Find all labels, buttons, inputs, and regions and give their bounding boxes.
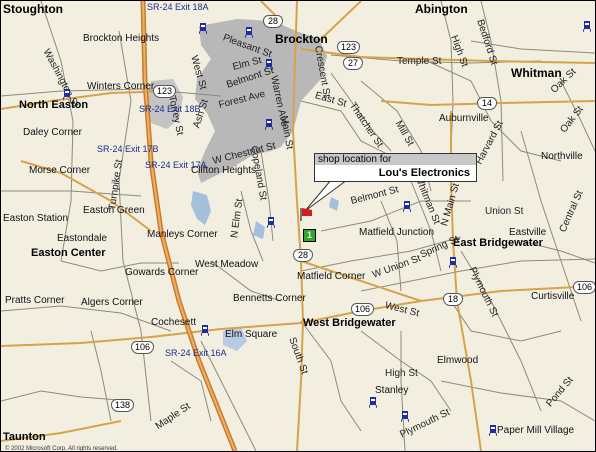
train-station-icon [401, 411, 409, 422]
place-elmwood: Elmwood [437, 355, 479, 366]
map-view[interactable]: Stoughton Brockton Abington Whitman Nort… [0, 0, 596, 452]
route-shield: 106 [351, 303, 375, 316]
place-winters-corner: Winters Corner [87, 81, 155, 92]
place-easton-center: Easton Center [31, 247, 106, 259]
place-west-bridgewater: West Bridgewater [303, 317, 396, 329]
route-label: SR-24 Exit 16A [165, 348, 227, 358]
place-stoughton: Stoughton [3, 2, 63, 16]
place-taunton: Taunton [3, 431, 46, 443]
train-station-icon [265, 119, 273, 130]
map-base [1, 1, 595, 451]
location-pin-marker[interactable]: 1 [303, 229, 316, 242]
street-label: Temple St [397, 56, 442, 67]
train-station-icon [369, 397, 377, 408]
place-abington: Abington [415, 2, 468, 16]
place-stanley: Stanley [375, 385, 409, 396]
route-label: SR-24 Exit 17B [97, 144, 159, 154]
street-label: Union St [485, 206, 524, 217]
place-eastondale: Eastondale [57, 233, 108, 244]
place-daley-corner: Daley Corner [23, 127, 82, 138]
location-callout: shop location for Lou's Electronics [314, 153, 477, 182]
place-west-meadow: West Meadow [195, 259, 259, 270]
route-label: SR-24 Exit 18A [147, 2, 209, 12]
flag-icon[interactable] [299, 207, 313, 221]
place-northville: Northville [541, 151, 583, 162]
route-shield: 27 [343, 57, 363, 70]
place-paper-mill-village: Paper Mill Village [497, 425, 575, 436]
place-curtisville: Curtisville [531, 291, 575, 302]
place-easton-station: Easton Station [3, 213, 69, 224]
route-shield: 28 [263, 15, 283, 28]
route-shield: 18 [443, 293, 463, 306]
train-station-icon [199, 23, 207, 34]
train-station-icon [449, 257, 457, 268]
train-station-icon [403, 201, 411, 212]
callout-business-name: Lou's Electronics [315, 165, 476, 181]
place-matfield-junction: Matfield Junction [359, 227, 435, 238]
train-station-icon [267, 217, 275, 228]
train-station-icon [265, 59, 273, 70]
place-bennetts-corner: Bennetts Corner [233, 293, 306, 304]
callout-header: shop location for [315, 154, 476, 165]
route-shield: 123 [153, 85, 177, 98]
place-cochesett: Cochesett [151, 317, 197, 328]
copyright-text: © 2002 Microsoft Corp. All rights reserv… [5, 446, 118, 452]
route-shield: 106 [131, 341, 155, 354]
place-whitman: Whitman [511, 66, 562, 80]
route-shield: 14 [477, 97, 497, 110]
route-shield: 123 [337, 41, 361, 54]
train-station-icon [245, 27, 253, 38]
place-manleys-corner: Manleys Corner [147, 229, 218, 240]
place-east-bridgewater: East Bridgewater [453, 237, 543, 249]
train-station-icon [63, 89, 71, 100]
train-station-icon [201, 325, 209, 336]
place-algers-corner: Algers Corner [81, 297, 143, 308]
street-label: High St [385, 368, 418, 379]
place-gowards-corner: Gowards Corner [125, 267, 199, 278]
place-brockton-heights: Brockton Heights [83, 33, 160, 44]
train-station-icon [583, 21, 591, 32]
place-north-easton: North Easton [19, 99, 89, 111]
place-eastville: Eastville [509, 227, 547, 238]
route-shield: 106 [573, 281, 595, 294]
place-morse-corner: Morse Corner [29, 165, 91, 176]
route-label: SR-24 Exit 17A [145, 160, 207, 170]
place-brockton: Brockton [275, 32, 328, 46]
place-elm-square: Elm Square [225, 329, 278, 340]
route-shield: 28 [293, 249, 313, 262]
place-pratts-corner: Pratts Corner [5, 295, 65, 306]
place-auburnville: Auburnville [439, 113, 489, 124]
train-station-icon [489, 425, 497, 436]
route-label: SR-24 Exit 18B [139, 104, 201, 114]
route-shield: 138 [111, 399, 135, 412]
place-matfield-corner: Matfield Corner [297, 271, 366, 282]
